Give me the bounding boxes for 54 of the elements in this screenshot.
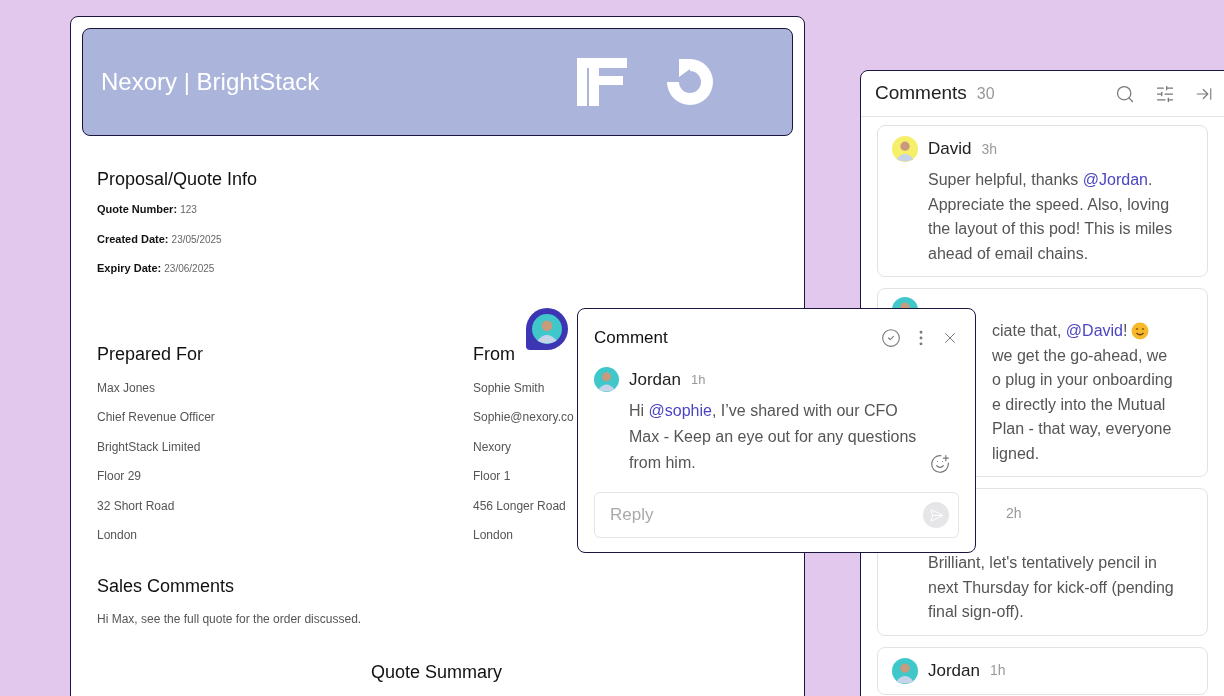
comment-time: 1h [691,370,706,389]
address-line: Floor 1 [473,468,511,486]
address-line: Nexory [473,438,511,456]
popup-title: Comment [594,327,668,349]
comment-text: Plan - that way, everyone [992,419,1173,439]
section-heading: Sales Comments [97,576,236,597]
comment-time: 1h [990,661,1006,680]
sidebar-title: Comments [875,81,967,106]
address-line: 456 Longer Road [473,497,566,515]
add-reaction-icon[interactable] [930,454,950,474]
banner-title: Nexory | BrightStack [101,67,321,97]
comment-text: o plug in your onboarding [992,370,1174,390]
avatar [892,136,918,162]
ring-logo-icon [665,57,715,107]
section-heading: Quote Summary [370,662,504,683]
info-field: Expiry Date: 23/06/2025 [97,260,793,290]
comment-text: we get the go-ahead, we [992,345,1169,366]
address-line: Floor 29 [97,468,142,486]
avatar [532,314,562,344]
author-name: David [928,138,972,161]
address-line: London [473,527,514,545]
send-icon [928,507,944,523]
author-name: Jordan [928,659,980,682]
section-heading: From [473,343,516,364]
reply-field[interactable]: Reply [594,492,959,538]
section-heading: Proposal/Quote Info [97,169,259,189]
address-line: Max Jones [97,379,156,397]
address-line: London [97,527,138,545]
comment-count: 30 [976,83,995,104]
section-heading: Prepared For [97,343,205,364]
avatar [892,657,918,684]
comment-text: Super helpful, thanks @Jordan. Appreciate the speed. Also, loving the layout of this pod! This is miles ahead of email chains. [927,170,1174,264]
smiley-icon [1131,322,1150,341]
address-line: 32 Short Road [97,497,175,515]
avatar [594,366,619,392]
address-line: Sophie@nexory.co [473,409,574,427]
comment-text: e directly into the Mutual [992,394,1167,415]
comment-text: ciate that, @David! [992,321,1128,341]
info-field: Created Date: 23/05/2025 [97,230,793,260]
comment-text: ligned. [992,443,1041,464]
info-field: Quote Number: 123 [97,201,793,231]
address-line: Sophie Smith [473,379,545,397]
search-icon[interactable] [1115,83,1135,104]
author-name: Jordan [629,368,681,391]
address-line: BrightStack Limited [97,438,201,456]
address-line: Chief Revenue Officer [97,409,215,427]
bracket-logo-icon [577,58,627,106]
comment-text: Brilliant, let's tentatively pencil in next Thursday for kick-off (pending final sign-off). [927,553,1175,622]
comment-text: Hi @sophie, I’ve shared with our CFO Max - Keep an eye out for any questions from him. [628,401,918,473]
filter-icon[interactable] [1155,83,1175,104]
comment-time: 3h [981,139,998,159]
resolve-icon[interactable] [881,327,901,348]
comment-time: 2h [1006,505,1022,521]
sales-comment-text: Hi Max, see the full quote for the order discussed. [97,611,363,629]
